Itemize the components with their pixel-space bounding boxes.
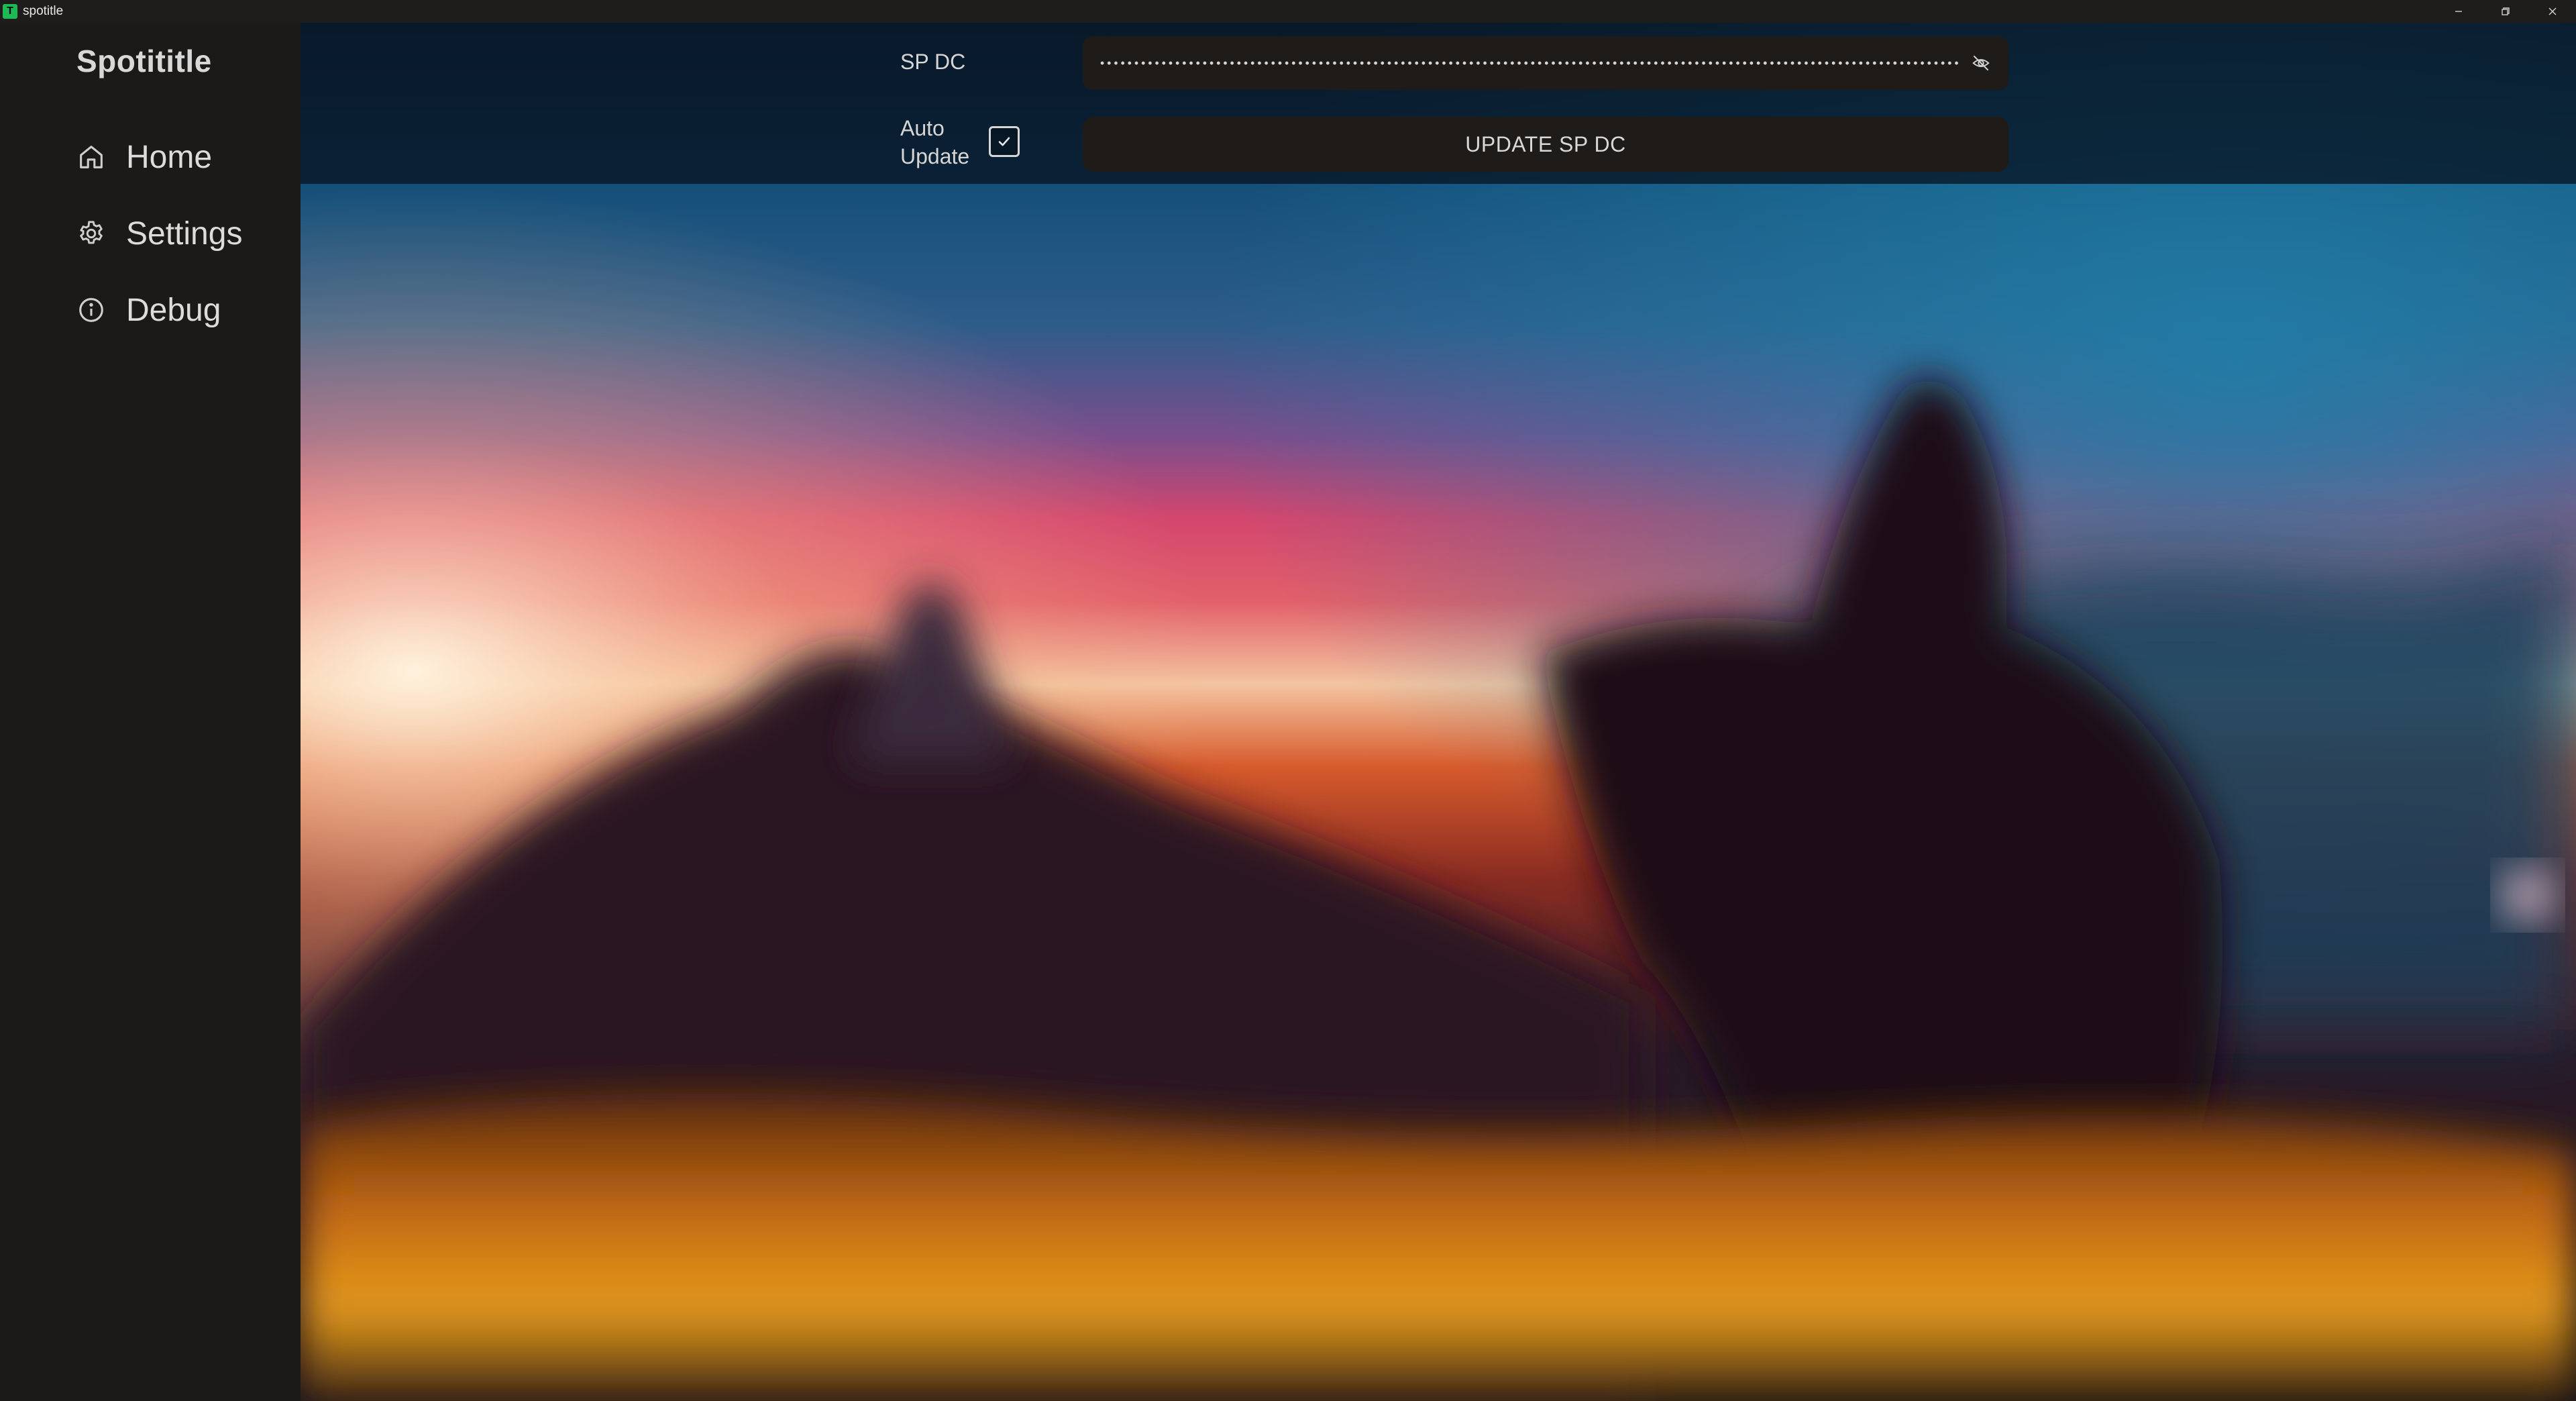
sidebar-item-debug[interactable]: Debug <box>75 283 290 337</box>
minimize-icon <box>2455 11 2462 12</box>
close-button[interactable] <box>2529 0 2576 23</box>
close-icon <box>2548 7 2557 15</box>
restore-button[interactable] <box>2482 0 2529 23</box>
sidebar-item-settings[interactable]: Settings <box>75 207 290 260</box>
app-brand: Spotititle <box>76 44 212 79</box>
sidebar-item-label: Home <box>126 139 213 175</box>
home-icon <box>75 141 107 173</box>
sidebar-item-home[interactable]: Home <box>75 130 290 184</box>
restore-icon <box>2502 7 2510 15</box>
sp-dc-password-input[interactable] <box>1083 36 2008 90</box>
auto-update-label: Auto Update <box>900 116 970 168</box>
masked-value <box>1099 61 1962 65</box>
sidebar: Spotititle Home Settings Debug <box>0 23 301 1401</box>
sp-dc-label: SP DC <box>900 50 966 74</box>
info-icon <box>75 294 107 326</box>
sidebar-item-label: Settings <box>126 215 243 252</box>
eye-off-icon[interactable] <box>1970 52 1992 74</box>
app-icon: T <box>3 4 17 19</box>
window-controls <box>2435 0 2576 23</box>
check-icon <box>998 137 1010 146</box>
window-title-bar: T spotitle <box>0 0 2576 23</box>
main-content: SP DC Auto Update UPDATE SP DC <box>301 23 2576 1401</box>
background-artwork <box>301 23 2576 1401</box>
update-sp-dc-button[interactable]: UPDATE SP DC <box>1083 117 2008 172</box>
auto-update-checkbox[interactable] <box>989 126 1020 157</box>
window-title: spotitle <box>23 4 64 18</box>
settings-panel: SP DC Auto Update UPDATE SP DC <box>301 23 2576 184</box>
sidebar-item-label: Debug <box>126 292 221 328</box>
gear-icon <box>75 217 107 250</box>
minimize-button[interactable] <box>2435 0 2482 23</box>
